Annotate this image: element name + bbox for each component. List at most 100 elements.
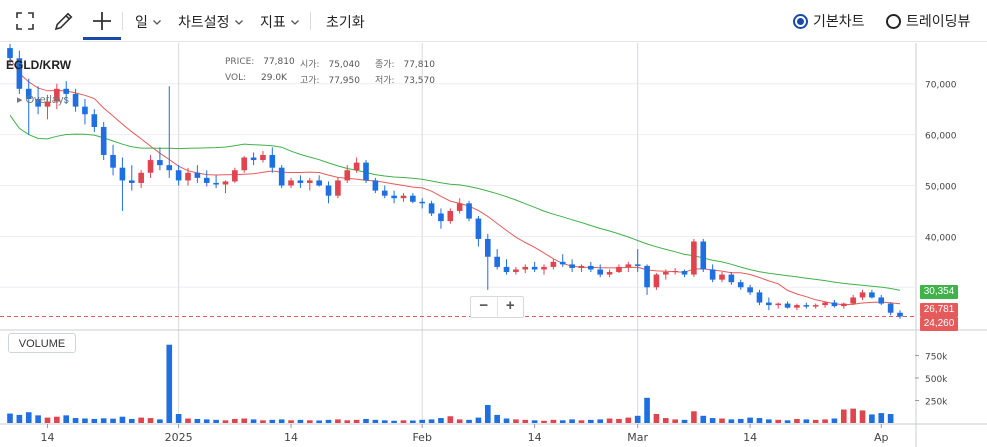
candle-body — [475, 218, 482, 239]
overlays-toggle[interactable]: ▸ Overlays — [17, 93, 69, 106]
basic-chart-label: 기본차트 — [813, 13, 865, 29]
radio-basic-chart[interactable]: 기본차트 — [793, 11, 865, 31]
candle-body — [82, 106, 88, 115]
candle-body — [410, 195, 416, 202]
low-value: 73,570 — [403, 76, 435, 86]
candle-body — [737, 282, 744, 288]
candle-body — [288, 180, 294, 186]
volume-bar — [569, 419, 575, 423]
volume-bar — [859, 410, 866, 423]
reset-button[interactable]: 초기화 — [326, 12, 365, 32]
ohlc-legend-vol: VOL: 29.0K — [225, 73, 287, 83]
volume-bar — [16, 414, 23, 423]
volume-bar — [353, 419, 360, 423]
candle-body — [157, 160, 163, 166]
volume-bar — [756, 418, 763, 423]
volume-bar — [747, 417, 753, 423]
close-legend: 종가: 77,810 — [375, 57, 435, 70]
volume-bar — [475, 417, 482, 423]
candle-body — [831, 302, 838, 307]
volume-bar — [653, 414, 660, 423]
interval-dropdown[interactable]: 일 — [135, 12, 162, 32]
volume-bar — [513, 419, 519, 423]
candle-body — [456, 203, 463, 211]
volume-pane-label[interactable]: VOLUME — [8, 333, 76, 353]
volume-bar — [419, 419, 426, 423]
candle-body — [203, 177, 210, 183]
candle-body — [653, 274, 660, 288]
open-value: 75,040 — [328, 60, 360, 70]
volume-bar — [306, 420, 313, 423]
indicator-dropdown[interactable]: 지표 — [260, 12, 300, 32]
zoom-out-button[interactable]: − — [471, 297, 497, 317]
volume-bar — [737, 418, 744, 423]
volume-bar — [269, 419, 276, 423]
volume-bar — [719, 418, 725, 423]
volume-bar — [456, 419, 463, 423]
candle-body — [306, 180, 313, 183]
candle-body — [7, 48, 13, 59]
volume-bar — [784, 420, 791, 423]
candle-body — [775, 303, 782, 306]
volume-bar — [344, 420, 351, 423]
active-tool-indicator — [83, 37, 121, 40]
volume-bar — [278, 419, 285, 423]
open-key: 시가: — [300, 60, 320, 70]
volume-bar — [728, 419, 735, 423]
volume-bar — [7, 413, 13, 423]
candle-body — [428, 203, 435, 214]
volume-bar — [241, 418, 248, 423]
pen-icon[interactable] — [52, 9, 76, 33]
y-tick-label: 70,000 — [925, 81, 957, 91]
zoom-in-button[interactable]: + — [496, 297, 524, 317]
ohlc-legend: PRICE: 77,810 — [225, 57, 295, 67]
volume-bar — [335, 419, 341, 423]
high-key: 고가: — [300, 76, 320, 86]
volume-bar — [428, 419, 435, 423]
candle-body — [325, 185, 332, 196]
volume-bar — [100, 418, 107, 423]
candle-body — [166, 165, 173, 171]
overlays-label: Overlays — [25, 94, 69, 106]
candle-body — [559, 261, 566, 265]
volume-bar — [588, 419, 594, 423]
ma-short-price-tag: 26,781 — [920, 303, 958, 317]
volume-bar — [175, 414, 182, 423]
volume-bar — [250, 419, 257, 423]
candle-body — [812, 305, 819, 307]
candle-body — [447, 210, 454, 222]
volume-bar — [260, 420, 266, 423]
price-chart[interactable]: 70,000 60,000 50,000 40,000 750k 500k 250k 14 20… — [0, 43, 987, 447]
candle-body — [297, 180, 304, 183]
volume-bar — [494, 414, 500, 423]
candle-body — [784, 303, 791, 308]
volume-bar — [503, 418, 510, 423]
radio-selected-icon — [793, 13, 808, 29]
volume-bar — [775, 419, 782, 423]
volume-bar — [44, 417, 51, 423]
candle-body — [728, 274, 735, 283]
radio-tradingview[interactable]: 트레이딩뷰 — [886, 11, 970, 31]
volume-bar — [288, 420, 294, 423]
candle-body — [128, 180, 135, 183]
crosshair-icon[interactable] — [90, 9, 114, 33]
volume-bar — [878, 413, 885, 423]
volume-bar — [840, 409, 847, 423]
volume-bar — [35, 415, 41, 423]
volume-bar — [438, 418, 444, 423]
candle-body — [709, 269, 716, 280]
chart-settings-dropdown[interactable]: 차트설정 — [178, 12, 244, 32]
volume-bar — [803, 419, 810, 423]
fullscreen-icon[interactable] — [13, 9, 37, 33]
volume-bar — [316, 420, 322, 423]
volume-bar — [447, 416, 454, 423]
candle-body — [72, 93, 79, 107]
volume-bar — [222, 420, 229, 423]
volume-bar — [400, 420, 407, 423]
volume-bar — [213, 419, 219, 423]
volume-bar — [372, 419, 379, 423]
chart-toolbar: 일 차트설정 지표 초기화 기본차트 트레이딩뷰 — [0, 0, 987, 42]
volume-bar — [831, 418, 838, 423]
volume-bar — [25, 412, 32, 423]
candle-body — [222, 181, 229, 185]
